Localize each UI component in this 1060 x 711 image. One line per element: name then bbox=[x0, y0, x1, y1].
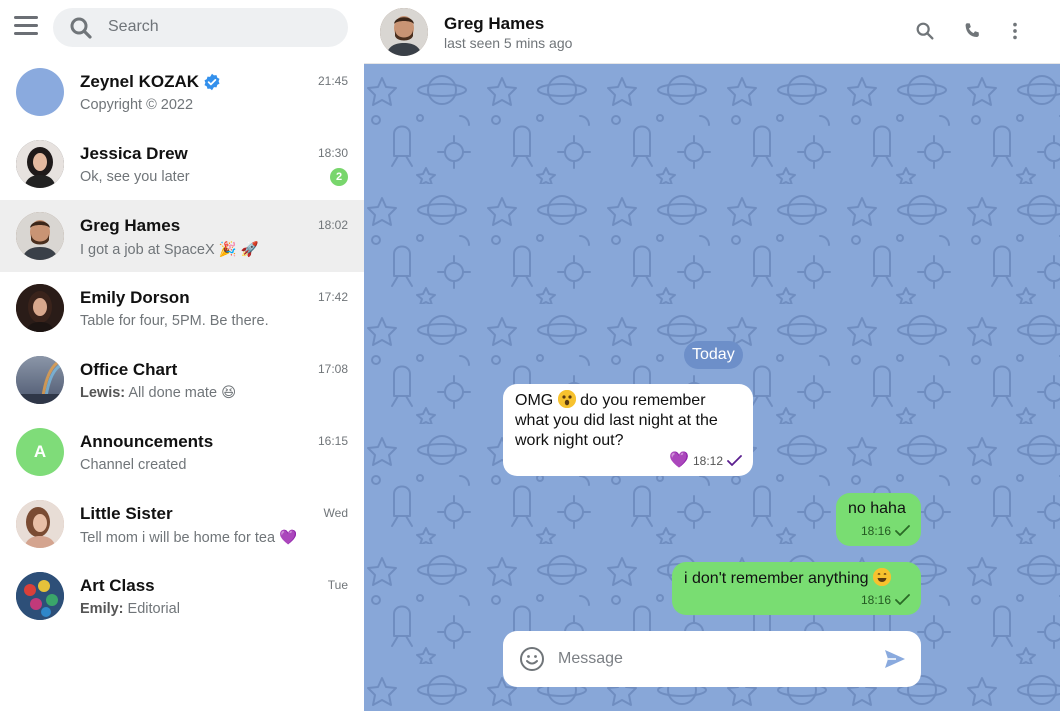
chat-item-little-sister[interactable]: Little Sister Wed Tell mom i will be hom… bbox=[0, 488, 364, 560]
message-time: 18:16 bbox=[860, 524, 891, 538]
avatar bbox=[16, 212, 64, 260]
chat-preview-sender: Lewis: bbox=[80, 385, 126, 401]
chat-preview-sender: Emily: bbox=[80, 601, 124, 617]
message-input[interactable] bbox=[558, 648, 868, 670]
chat-preview: Copyright © 2022 bbox=[80, 97, 194, 113]
message-composer bbox=[503, 631, 921, 687]
avatar: A bbox=[16, 428, 64, 476]
avatar bbox=[16, 572, 64, 620]
avatar bbox=[16, 68, 64, 116]
chat-name: Emily Dorson bbox=[80, 288, 190, 307]
chat-item-greg-hames[interactable]: Greg Hames 18:02 I got a job at SpaceX 🎉… bbox=[0, 200, 364, 272]
search-input[interactable] bbox=[108, 16, 333, 38]
avatar bbox=[16, 284, 64, 332]
chat-time: Tue bbox=[327, 578, 348, 592]
chat-preview-text: Tell mom i will be home for tea bbox=[80, 530, 276, 546]
chat-area: Today OMG do you remember what you did l… bbox=[364, 64, 1060, 711]
chat-time: 21:45 bbox=[317, 74, 348, 88]
chat-preview-text: All done mate bbox=[128, 385, 218, 401]
verified-icon bbox=[204, 73, 220, 91]
chat-time: 17:08 bbox=[317, 362, 348, 376]
chat-preview: I got a job at SpaceX 🎉 🚀 bbox=[80, 241, 259, 258]
message-text: i don't remember anything bbox=[684, 568, 909, 589]
astonished-emoji-icon bbox=[557, 390, 576, 408]
chat-item-office-chart[interactable]: Office Chart 17:08 Lewis: All done mate … bbox=[0, 344, 364, 416]
message-text-start: OMG bbox=[515, 392, 554, 409]
chat-item-jessica-drew[interactable]: Jessica Drew 18:30 Ok, see you later 2 bbox=[0, 128, 364, 200]
message-meta: 18:16 bbox=[861, 590, 911, 610]
phone-icon[interactable] bbox=[961, 20, 983, 42]
sidebar-top-bar bbox=[0, 0, 364, 56]
heart-reaction-icon[interactable]: 💜 bbox=[669, 451, 689, 471]
unread-badge: 2 bbox=[330, 168, 348, 186]
chat-time: 17:42 bbox=[317, 290, 348, 304]
chat-preview: Tell mom i will be home for tea 💜 bbox=[80, 529, 297, 546]
avatar bbox=[16, 356, 64, 404]
avatar bbox=[16, 140, 64, 188]
person-photo-icon bbox=[16, 212, 64, 260]
chat-preview: Ok, see you later bbox=[80, 169, 190, 185]
message-text-body: i don't remember anything bbox=[684, 570, 869, 587]
person-photo-icon bbox=[16, 140, 64, 188]
grinning-emoji-icon bbox=[872, 568, 891, 586]
chat-time: 18:30 bbox=[317, 146, 348, 160]
emoji-picker-icon[interactable] bbox=[519, 646, 545, 672]
person-photo-icon bbox=[16, 500, 64, 548]
message-meta: 18:16 bbox=[861, 521, 911, 541]
laughing-emoji: 😆 bbox=[221, 385, 237, 401]
chat-item-art-class[interactable]: Art Class Tue Emily: Editorial bbox=[0, 560, 364, 632]
chat-name: Greg Hames bbox=[80, 216, 181, 235]
chat-name: Little Sister bbox=[80, 504, 173, 523]
chat-name: Jessica Drew bbox=[80, 144, 188, 163]
chat-item-announcements[interactable]: A Announcements 16:15 Channel created bbox=[0, 416, 364, 488]
chat-item-zeynel-kozak[interactable]: Zeynel KOZAK 21:45 Copyright © 2022 bbox=[0, 56, 364, 128]
chat-time: 18:02 bbox=[317, 218, 348, 232]
chat-time: 16:15 bbox=[317, 434, 348, 448]
chat-time: Wed bbox=[323, 506, 348, 520]
incoming-message[interactable]: OMG do you remember what you did last ni… bbox=[503, 384, 753, 476]
purple-heart-emoji: 💜 bbox=[279, 530, 298, 546]
chat-name: Office Chart bbox=[80, 360, 178, 379]
chat-name-row: Zeynel KOZAK bbox=[80, 72, 221, 92]
chat-preview: Lewis: All done mate 😆 bbox=[80, 385, 236, 401]
send-icon[interactable] bbox=[883, 647, 907, 671]
header-avatar[interactable] bbox=[380, 8, 428, 56]
read-check-icon bbox=[895, 594, 910, 605]
person-photo-icon bbox=[16, 284, 64, 332]
search-icon[interactable] bbox=[914, 20, 936, 42]
message-text: no haha bbox=[848, 500, 906, 517]
chat-header: Greg Hames last seen 5 mins ago bbox=[364, 0, 1060, 64]
chat-name: Art Class bbox=[80, 576, 155, 595]
chat-list: Zeynel KOZAK 21:45 Copyright © 2022 Jess… bbox=[0, 56, 364, 632]
search-icon bbox=[70, 17, 92, 39]
chat-preview-text: Editorial bbox=[127, 601, 180, 617]
message-time: 18:12 bbox=[692, 454, 723, 468]
outgoing-message[interactable]: i don't remember anything 18:16 bbox=[672, 562, 921, 615]
read-check-icon bbox=[727, 455, 742, 466]
rainbow-photo-icon bbox=[16, 356, 64, 404]
header-name[interactable]: Greg Hames bbox=[444, 14, 544, 34]
chat-sidebar: Zeynel KOZAK 21:45 Copyright © 2022 Jess… bbox=[0, 0, 364, 711]
person-photo-icon bbox=[380, 8, 428, 56]
chat-item-emily-dorson[interactable]: Emily Dorson 17:42 Table for four, 5PM. … bbox=[0, 272, 364, 344]
chat-preview: Emily: Editorial bbox=[80, 601, 180, 617]
message-meta: 💜 18:12 bbox=[669, 451, 743, 471]
message-text: OMG do you remember what you did last ni… bbox=[515, 390, 741, 451]
chat-name: Zeynel KOZAK bbox=[80, 72, 200, 91]
menu-icon[interactable] bbox=[14, 16, 38, 38]
chat-preview-text: I got a job at SpaceX bbox=[80, 242, 215, 258]
search-box[interactable] bbox=[53, 8, 348, 47]
chat-preview: Channel created bbox=[80, 457, 187, 473]
header-status: last seen 5 mins ago bbox=[444, 35, 573, 51]
party-rocket-emoji: 🎉 🚀 bbox=[218, 242, 259, 258]
chat-preview: Table for four, 5PM. Be there. bbox=[80, 313, 269, 329]
outgoing-message[interactable]: no haha 18:16 bbox=[836, 493, 921, 546]
art-photo-icon bbox=[16, 572, 64, 620]
more-vertical-icon[interactable] bbox=[1004, 20, 1026, 42]
read-check-icon bbox=[895, 525, 910, 536]
avatar bbox=[16, 500, 64, 548]
message-time: 18:16 bbox=[860, 593, 891, 607]
chat-name: Announcements bbox=[80, 432, 214, 451]
date-separator: Today bbox=[684, 341, 743, 369]
